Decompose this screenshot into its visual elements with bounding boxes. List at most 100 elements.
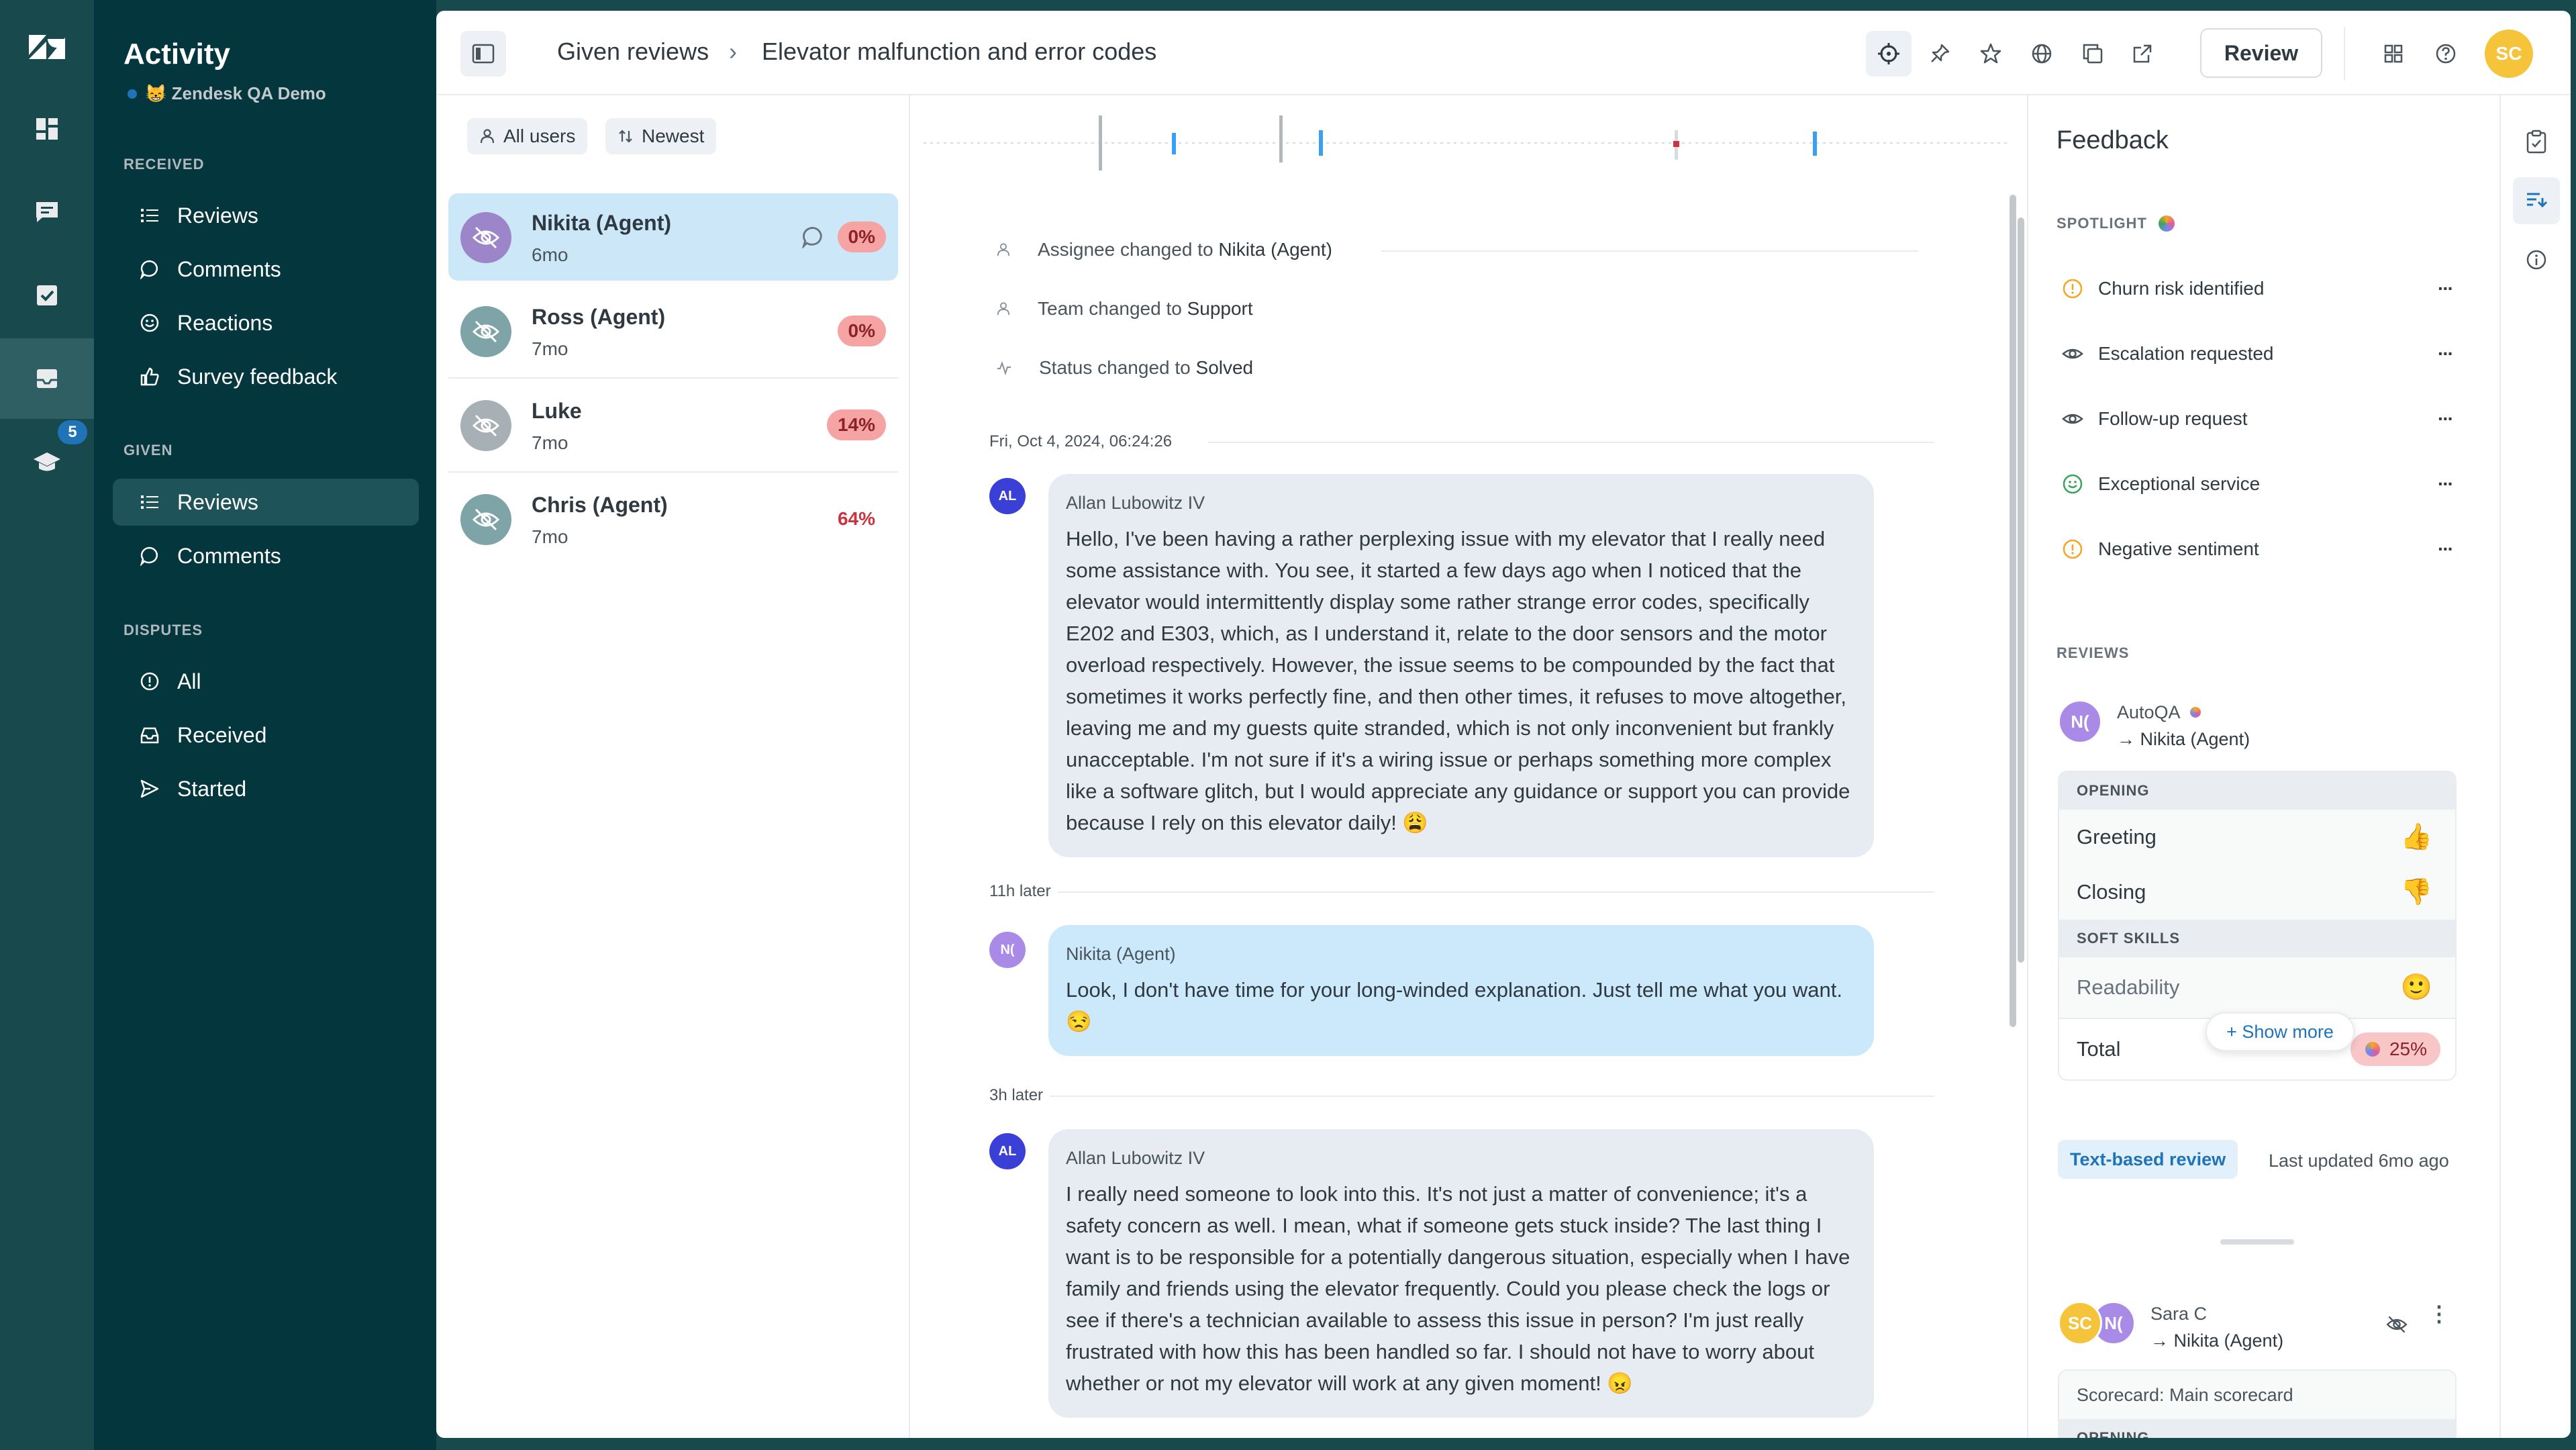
more-options-icon[interactable]: ··· — [2438, 278, 2454, 299]
message-text: Look, I don't have time for your long-wi… — [1066, 978, 1843, 1033]
category-row[interactable]: Readability 🙂 — [2059, 957, 2455, 1018]
feedback-list-icon[interactable] — [2513, 177, 2560, 224]
clipboard-check-icon[interactable] — [2513, 118, 2560, 165]
eye-off-icon — [472, 414, 500, 437]
copy-icon[interactable] — [2070, 31, 2116, 77]
category-row[interactable]: Closing 👎 — [2059, 865, 2455, 920]
spotlight-item[interactable]: Escalation requested ··· — [2062, 334, 2454, 374]
sidebar-item-survey-feedback[interactable]: Survey feedback — [113, 353, 419, 400]
external-link-icon[interactable] — [2120, 31, 2165, 77]
activity-pulse-icon — [997, 361, 1011, 376]
breadcrumb-parent[interactable]: Given reviews — [557, 38, 709, 66]
avatar: N( — [2058, 699, 2102, 744]
crosshair-icon[interactable] — [1866, 31, 1912, 77]
sidebar-item-label: Reviews — [177, 489, 258, 514]
feedback-title: Feedback — [2057, 126, 2169, 154]
sidebar-item-label: Comments — [177, 256, 281, 281]
help-icon[interactable] — [2423, 31, 2469, 77]
customer-message: Allan Lubowitz IV Hello, I've been havin… — [1048, 474, 1874, 857]
more-options-icon[interactable]: ··· — [2438, 343, 2454, 365]
conversation-panel: Assignee changed to Nikita (Agent) Team … — [910, 95, 2027, 1438]
kebab-menu-icon[interactable]: ⋮ — [2428, 1303, 2450, 1324]
agent-message: Nikita (Agent) Look, I don't have time f… — [1048, 925, 1874, 1056]
customer-message: Allan Lubowitz IV I really need someone … — [1048, 1129, 1874, 1418]
reviewer-name: Sara C — [2150, 1304, 2208, 1324]
user-icon — [997, 243, 1010, 256]
top-bar: Given reviews › Elevator malfunction and… — [436, 11, 2571, 95]
tasks-check-icon[interactable] — [0, 255, 94, 336]
activity-inbox-icon[interactable] — [0, 338, 94, 419]
apps-grid-icon[interactable] — [2371, 31, 2416, 77]
scorecard-section: OPENING — [2059, 772, 2455, 810]
more-options-icon[interactable]: ··· — [2438, 473, 2454, 495]
conversations-icon[interactable] — [0, 172, 94, 252]
star-icon[interactable] — [1968, 31, 2014, 77]
user-avatar[interactable]: SC — [2485, 30, 2533, 78]
thumbs-up-icon — [140, 367, 159, 386]
total-score-badge: 25% — [2350, 1032, 2440, 1066]
sidebar-item-reactions[interactable]: Reactions — [113, 299, 419, 346]
list-item[interactable]: Chris (Agent) 7mo 64% — [448, 475, 898, 563]
conversation-timeline[interactable] — [924, 113, 2011, 173]
avatar: N( — [989, 932, 1026, 968]
review-button[interactable]: Review — [2200, 28, 2322, 78]
smiley-icon — [140, 313, 159, 332]
spotlight-item[interactable]: Churn risk identified ··· — [2062, 269, 2454, 309]
spotlight-item[interactable]: Exceptional service ··· — [2062, 464, 2454, 504]
sidebar-item-disputes-started[interactable]: Started — [113, 765, 419, 812]
sidebar-item-given-reviews[interactable]: Reviews — [113, 479, 419, 526]
thumbs-up-icon: 👍 — [2400, 823, 2432, 851]
sidebar-item-given-comments[interactable]: Comments — [113, 532, 419, 579]
all-users-filter[interactable]: All users — [467, 118, 588, 154]
comment-icon — [801, 226, 822, 248]
feedback-scrollbar[interactable] — [2010, 195, 2016, 1027]
spotlight-item[interactable]: Negative sentiment ··· — [2062, 529, 2454, 569]
more-options-icon[interactable]: ··· — [2438, 538, 2454, 560]
sidebar-item-received-comments[interactable]: Comments — [113, 246, 419, 293]
category-row[interactable]: Greeting 👍 — [2059, 810, 2455, 865]
message-text: Hello, I've been having a rather perplex… — [1066, 527, 1850, 834]
globe-icon[interactable] — [2019, 31, 2065, 77]
sidebar-item-label: All — [177, 669, 201, 693]
eye-off-icon[interactable] — [2384, 1313, 2410, 1336]
eye-off-icon — [472, 226, 500, 249]
pin-icon[interactable] — [1917, 31, 1963, 77]
more-options-icon[interactable]: ··· — [2438, 408, 2454, 430]
score-badge: 0% — [837, 316, 886, 346]
dashboard-icon[interactable] — [0, 89, 94, 169]
review-type-tag: Text-based review — [2058, 1140, 2238, 1179]
sidebar-item-received-reviews[interactable]: Reviews — [113, 192, 419, 239]
message-author: Allan Lubowitz IV — [1066, 493, 1205, 513]
comment-icon — [140, 546, 158, 566]
sort-newest-button[interactable]: Newest — [605, 118, 717, 154]
info-icon[interactable] — [2513, 236, 2560, 283]
feedback-panel: Feedback SPOTLIGHT Churn risk identified… — [2027, 95, 2498, 1438]
sidebar-item-disputes-all[interactable]: All — [113, 658, 419, 705]
drag-handle[interactable] — [2220, 1239, 2294, 1245]
send-icon — [140, 779, 159, 798]
message-author: Nikita (Agent) — [1066, 944, 1176, 964]
sort-arrows-icon — [619, 130, 632, 143]
sidebar-item-disputes-received[interactable]: Received — [113, 712, 419, 759]
comment-icon — [140, 260, 158, 279]
workspace-dot-icon — [128, 89, 137, 99]
conversation-scrollbar[interactable] — [2018, 218, 2024, 963]
avatar — [460, 306, 511, 357]
spotlight-header: SPOTLIGHT — [2057, 215, 2175, 232]
spotlight-item[interactable]: Follow-up request ··· — [2062, 399, 2454, 439]
list-item[interactable]: Luke 7mo 14% — [448, 381, 898, 469]
reviewee-name: → Nikita (Agent) — [2150, 1331, 2284, 1351]
event-assignee: Assignee changed to Nikita (Agent) — [996, 239, 1332, 260]
show-more-button[interactable]: + Show more — [2206, 1012, 2355, 1051]
sidebar-title: Activity — [123, 38, 230, 70]
reviews-list: All users Newest Nikita (Agent) 6mo 0% R… — [436, 95, 910, 1438]
time-gap: 11h later — [989, 882, 1051, 900]
list-item[interactable]: Ross (Agent) 7mo 0% — [448, 287, 898, 375]
list-item[interactable]: Nikita (Agent) 6mo 0% — [448, 193, 898, 281]
panel-switcher — [2499, 95, 2571, 1438]
score-badge: 64% — [837, 508, 875, 529]
zendesk-logo-icon[interactable] — [0, 7, 94, 87]
workspace-name[interactable]: 😸 Zendesk QA Demo — [128, 83, 326, 104]
scorecard: Scorecard: Main scorecard OPENING — [2058, 1369, 2457, 1438]
toggle-sidebar-icon[interactable] — [460, 31, 506, 77]
